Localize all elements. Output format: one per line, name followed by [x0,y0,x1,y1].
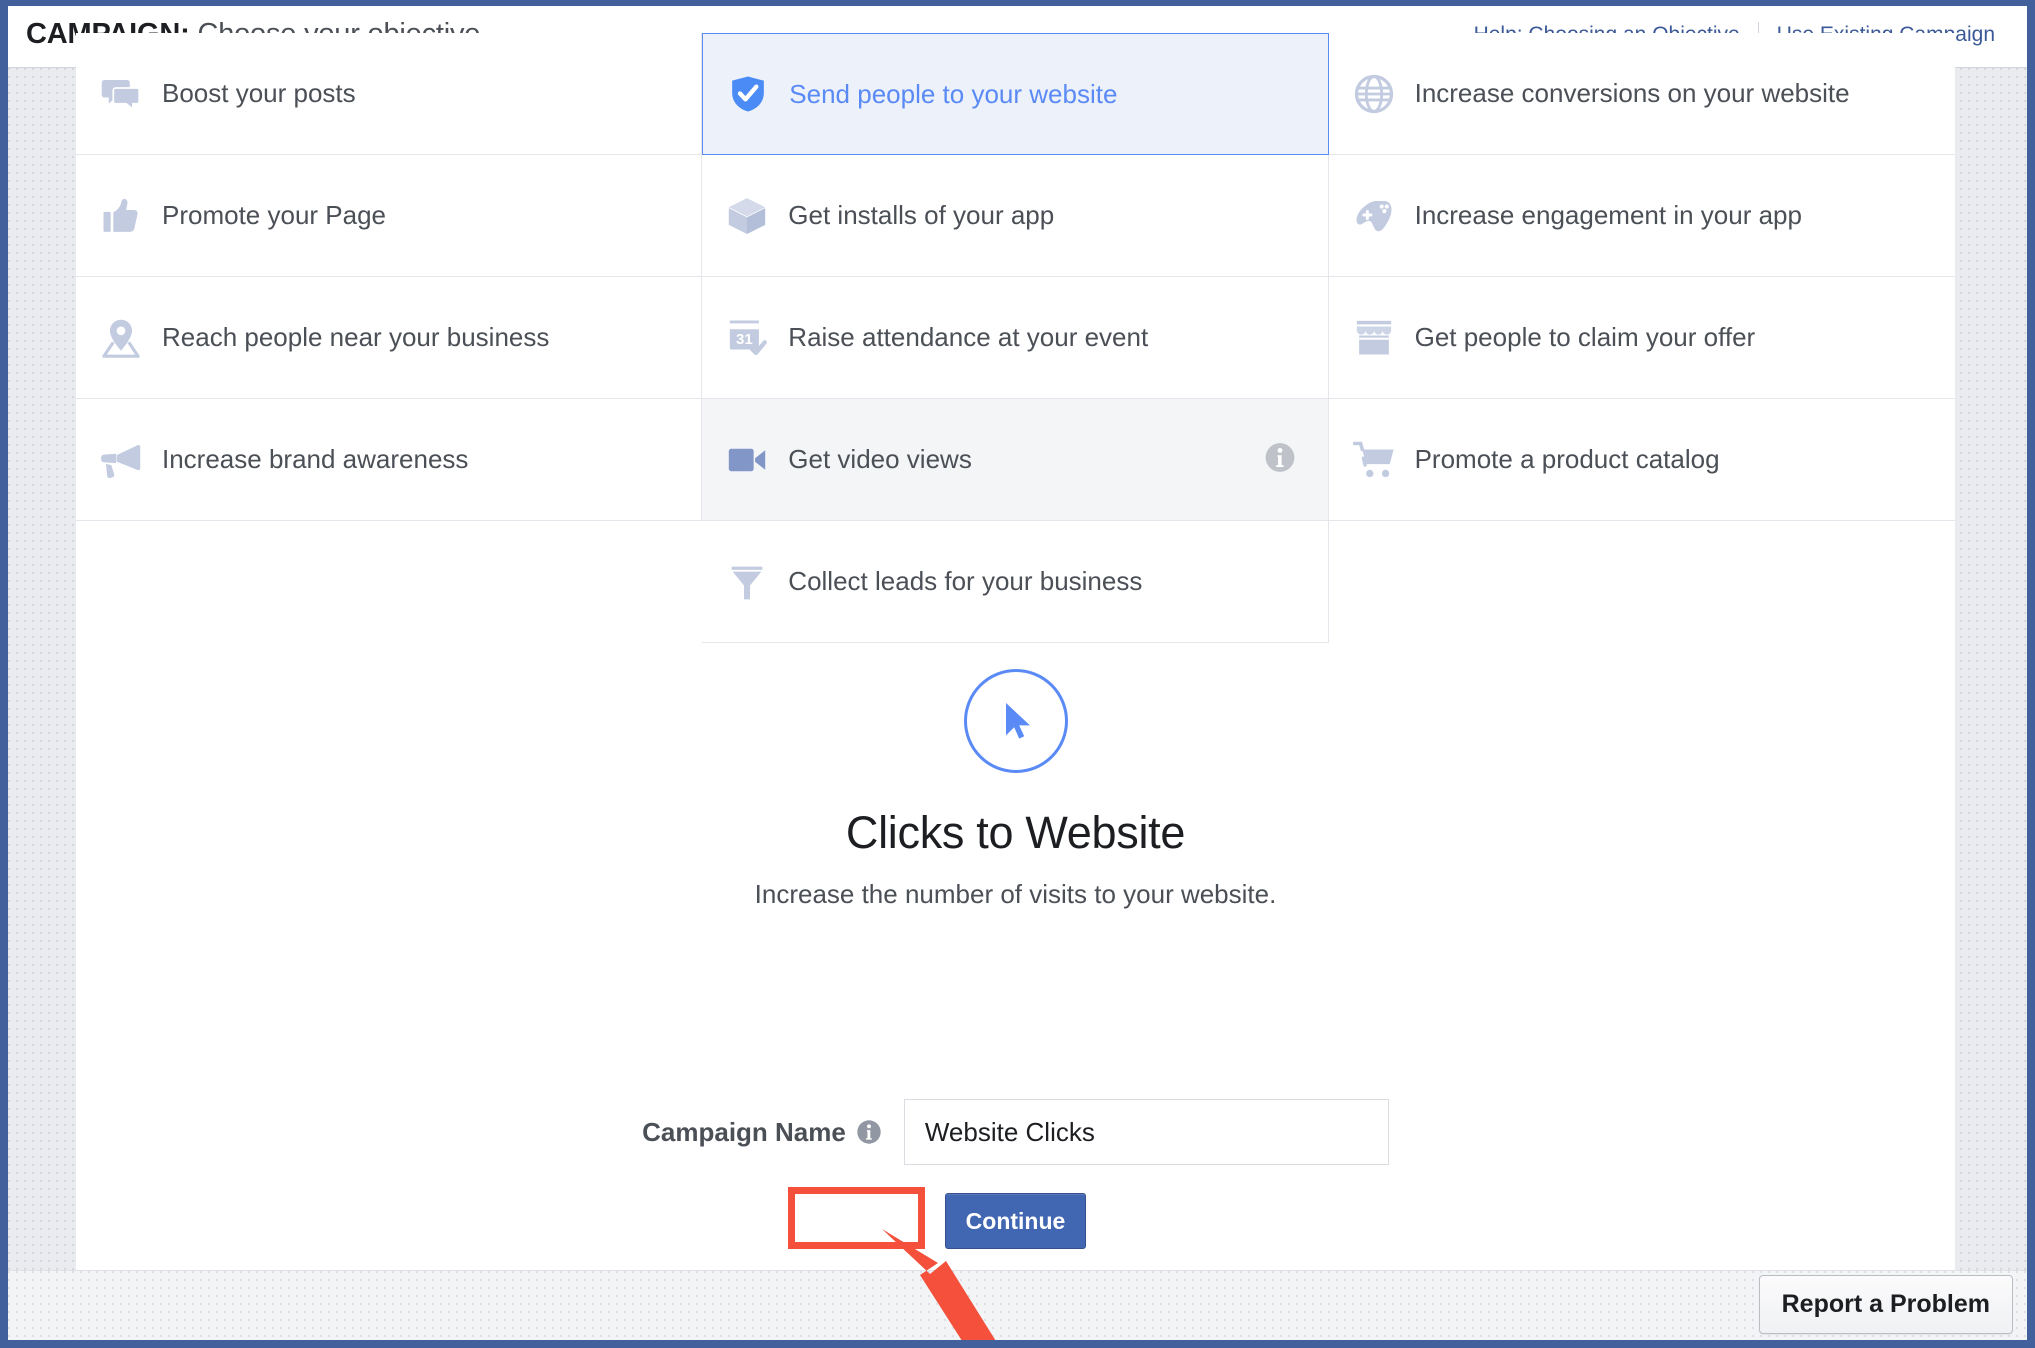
objective-option-increase-conversions-on-your-website[interactable]: Increase conversions on your website [1328,33,1955,155]
objective-option-raise-attendance-at-your-event[interactable]: 31 Raise attendance at your event [702,277,1329,399]
gamepad-icon [1351,193,1397,239]
video-camera-icon [724,437,770,483]
objective-grid: Boost your posts Send people to your webs… [76,33,1955,643]
svg-text:31: 31 [736,330,753,347]
objective-option-label: Promote your Page [162,200,387,230]
objective-row: Collect leads for your business [76,521,1955,643]
objective-option-label: Promote a product catalog [1414,444,1720,474]
objective-subtitle: Increase the number of visits to your we… [754,879,1277,909]
objective-row: Boost your posts Send people to your webs… [76,33,1955,155]
thumbs-up-icon [98,193,144,239]
report-a-problem-button[interactable]: Report a Problem [1758,1275,2013,1334]
continue-button[interactable]: Continue [945,1193,1086,1249]
cursor-arrow-circle-icon [963,669,1068,773]
objective-row: Promote your Page Get installs of your ap… [76,155,1955,277]
objective-option-promote-your-page[interactable]: Promote your Page [76,155,703,277]
app-window: CAMPAIGN: Choose your objective Help: Ch… [8,6,2027,1340]
campaign-name-label: Campaign Name [642,1116,846,1147]
objective-option-label: Increase conversions on your website [1414,78,1850,108]
objective-cell-empty [1329,521,1955,643]
objective-option-label: Increase engagement in your app [1414,200,1802,230]
campaign-name-row: Campaign Name [76,1099,1955,1165]
objective-option-label: Get video views [788,444,972,474]
info-icon[interactable] [1264,441,1296,478]
objective-option-reach-people-near-your-business[interactable]: Reach people near your business [76,277,703,399]
calendar-31-icon: 31 [724,315,770,361]
page-background: Boost your posts Send people to your webs… [8,33,2027,1340]
storefront-icon [1351,315,1397,361]
footer-band: Report a Problem [8,1270,2027,1340]
objective-row: Reach people near your business 31 Raise a… [76,277,1955,399]
objective-option-get-people-to-claim-your-offer[interactable]: Get people to claim your offer [1328,277,1955,399]
objective-option-label: Get people to claim your offer [1414,322,1756,352]
objective-option-label: Boost your posts [162,78,356,108]
content-column: Boost your posts Send people to your webs… [76,33,1955,1340]
objective-title: Clicks to Website [845,807,1186,858]
objective-option-label: Collect leads for your business [788,566,1143,596]
objective-option-label: Increase brand awareness [162,444,469,474]
objective-option-boost-your-posts[interactable]: Boost your posts [76,33,703,155]
globe-icon [1351,71,1397,117]
speech-bubble-icon [98,71,144,117]
objective-option-get-installs-of-your-app[interactable]: Get installs of your app [702,155,1329,277]
check-shield-icon [725,71,771,117]
continue-button-row: Continue [76,1193,1955,1249]
objective-option-promote-a-product-catalog[interactable]: Promote a product catalog [1328,399,1955,521]
info-icon[interactable] [856,1119,882,1145]
map-pin-icon [98,315,144,361]
objective-option-label: Raise attendance at your event [788,322,1149,352]
shopping-cart-icon [1351,437,1397,483]
campaign-name-label-wrap: Campaign Name [642,1117,882,1148]
objective-option-label: Get installs of your app [788,200,1055,230]
objective-option-send-people-to-your-website[interactable]: Send people to your website [702,33,1329,155]
objective-option-get-video-views[interactable]: Get video views [702,399,1329,521]
box-icon [724,193,770,239]
objective-option-increase-brand-awareness[interactable]: Increase brand awareness [76,399,703,521]
objective-detail-section: Clicks to Website Increase the number of… [76,669,1955,910]
objective-option-label: Reach people near your business [162,322,550,352]
objective-option-increase-engagement-in-your-app[interactable]: Increase engagement in your app [1328,155,1955,277]
campaign-name-input[interactable] [903,1099,1389,1165]
objective-cell-empty [76,521,702,643]
objective-option-label: Send people to your website [789,78,1118,109]
objective-option-collect-leads-for-your-business[interactable]: Collect leads for your business [702,521,1329,643]
objective-row: Increase brand awareness Get video views P… [76,399,1955,521]
funnel-icon [724,559,770,605]
megaphone-icon [98,437,144,483]
